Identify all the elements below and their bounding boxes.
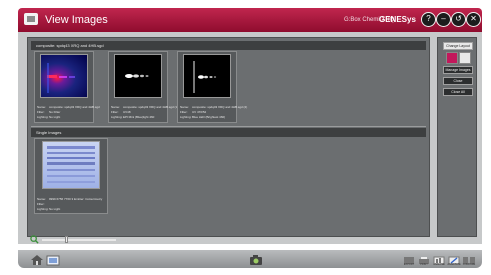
image-name: composite: spdq43 XRQ and 4HB.sgd (1) [123,105,179,109]
window-title: View Images [45,14,108,26]
image-name: composite: spdq43 XRQ and 4HB.sgd [49,105,100,109]
image-lighting: Blue LED (Brightest 460) [192,115,226,119]
image-thumbnail[interactable] [183,54,231,98]
lighting-label: Lighting: [37,207,49,211]
layout-grid-icon[interactable] [459,52,471,64]
layout-options [446,52,471,64]
zoom-icon [30,235,39,244]
minimize-button[interactable]: – [436,12,451,27]
image-lighting: No Light [49,207,61,211]
close-button[interactable]: Close [443,77,473,85]
image-filter: No Filter [49,110,61,114]
lighting-label: Lighting: [180,115,192,119]
image-lighting-row: Lighting:No Light [37,207,102,212]
image-card[interactable]: Name: 9999 6756 7760 3 Emitter: Colourime… [34,138,108,214]
analyse-icon[interactable]: ANALYSE [432,253,446,266]
image-thumbnail[interactable] [42,141,100,189]
close-all-button[interactable]: Close All [443,88,473,96]
image-lighting-row: Lighting:EPI Mini (Blue)light 460 [111,115,178,120]
title-bar: View Images G:Box Chemi XRQ GENESys ? – … [18,8,482,32]
image-lighting-row: Lighting:Blue LED (Brightest 460) [180,115,247,120]
annotate-icon[interactable]: ANNOTATE [447,253,461,266]
image-card[interactable]: Name: composite: spdq43 XRQ and 4HB.sgd (… [108,51,178,123]
image-gallery-panel[interactable]: composite: spdq43 XRQ and 4HB.sgd Name: c… [27,37,430,237]
group-header-composite: composite: spdq43 XRQ and 4HB.sgd [31,41,426,50]
images-icon[interactable] [46,253,60,266]
brand-logo: GENESys [379,15,416,24]
camera-icon[interactable] [249,253,263,265]
image-filter: UV 470/52 [192,110,207,114]
home-icon[interactable] [30,253,44,265]
window-app-icon [24,13,38,25]
lighting-label: Lighting: [111,115,123,119]
image-name: composite: spdq43 XRQ and 4HB.sgd (2) [192,105,248,109]
image-lighting: No Light [49,115,61,119]
export-icon[interactable]: EXPORT [402,253,416,266]
image-thumbnail[interactable] [114,54,162,98]
zoom-slider[interactable] [30,235,120,244]
image-card[interactable]: Name: composite: spdq43 XRQ and 4HB.sgd F… [34,51,100,123]
image-filter: UV48 [123,110,131,114]
bottom-toolbar: EXPORT PRINT ANALYSE ANNOTATE COMPARE [18,250,482,268]
zoom-handle[interactable] [65,236,68,243]
group-header-single: Single Images [31,128,426,137]
zoom-track[interactable] [42,239,116,241]
close-window-button[interactable]: ✕ [466,12,481,27]
group-divider [31,126,426,127]
image-lighting-row: Lighting:No Light [37,115,100,120]
lighting-label: Lighting: [37,115,49,119]
help-button[interactable]: ? [421,12,436,27]
compare-label: COMPARE [462,263,476,266]
restore-button[interactable]: ↺ [451,12,466,27]
side-panel: Change Layout Manage Images Close Close … [437,37,477,237]
print-icon[interactable]: PRINT [417,253,431,266]
image-thumbnail[interactable] [40,54,88,98]
change-layout-button[interactable]: Change Layout [443,42,473,50]
compare-icon[interactable]: COMPARE [462,253,476,266]
image-card[interactable]: Name: composite: spdq43 XRQ and 4HB.sgd (… [177,51,247,123]
manage-images-button[interactable]: Manage Images [443,66,473,74]
layout-single-icon[interactable] [446,52,458,64]
image-name: 9999 6756 7760 3 Emitter: Colourimetry [49,197,103,201]
image-lighting: EPI Mini (Blue)light 460 [123,115,155,119]
